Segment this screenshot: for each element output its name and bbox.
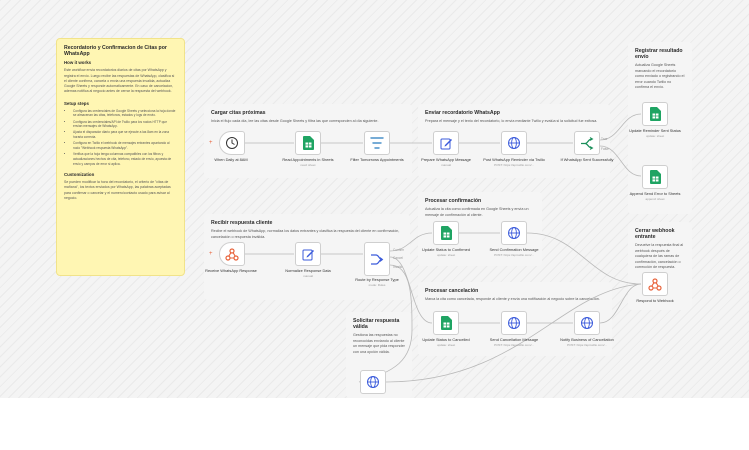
node-label: When Daily at 8AM: [214, 157, 248, 162]
node-label: Receive WhatsApp Response: [205, 268, 257, 273]
node-label: Append Send Error to Sheets append: sheet: [629, 191, 681, 201]
node-respond-webhook[interactable]: [642, 272, 668, 296]
edit-icon: [440, 138, 452, 149]
switch-icon: [371, 253, 384, 265]
node-route-switch[interactable]: [364, 242, 390, 276]
google-sheets-icon: [440, 226, 452, 240]
node-if-sent[interactable]: [574, 131, 600, 155]
node-append-error[interactable]: [642, 165, 668, 189]
edge-label-true: True: [601, 137, 608, 141]
node-notify-business[interactable]: [574, 311, 600, 335]
globe-icon: [581, 317, 593, 329]
node-label: Filter Tomorrows Appointments: [350, 157, 404, 162]
globe-icon: [367, 376, 379, 388]
node-label: Update Status to Confirmed update: sheet: [421, 247, 470, 257]
google-sheets-icon: [440, 316, 452, 330]
clock-icon: [226, 137, 238, 149]
connection: [526, 232, 642, 285]
node-receive-webhook[interactable]: [219, 242, 245, 266]
webhook-icon: [225, 247, 239, 261]
filter-icon: [370, 137, 384, 149]
node-label: Normalize Response Data manual: [285, 268, 331, 278]
node-label: Send Confirmation Message POST: https://a…: [489, 247, 539, 257]
node-label: Route by Response Type mode: Rules: [355, 277, 399, 287]
node-label: Prepare WhatsApp Message manual: [421, 157, 471, 167]
node-post-reminder[interactable]: [501, 131, 527, 155]
google-sheets-icon: [649, 107, 661, 121]
node-invalid-response[interactable]: [360, 370, 386, 394]
node-label: Update Reminder Sent Status update: sheet: [629, 128, 681, 138]
node-label: Update Status to Cancelled update: sheet: [422, 337, 470, 347]
edge-label-cancel: Cancel: [393, 256, 403, 260]
edge-label-confirm: Confirm: [393, 248, 405, 252]
webhook-icon: [648, 277, 662, 291]
node-label: Read Appointments in Sheets read: sheet: [282, 157, 334, 167]
globe-icon: [508, 317, 520, 329]
node-label: If WhatsApp Sent Successfully: [560, 157, 614, 162]
edge-label-invalid: Invalid: [393, 265, 403, 269]
node-update-sent[interactable]: [642, 102, 668, 126]
node-label: Post WhatsApp Reminder via Twilio POST: h…: [483, 157, 545, 167]
node-label: Send Cancellation Message POST: https://a…: [489, 337, 539, 347]
node-normalize[interactable]: [295, 242, 321, 266]
node-update-confirmed[interactable]: [433, 221, 459, 245]
node-prepare-message[interactable]: [433, 131, 459, 155]
if-icon: [581, 136, 594, 150]
edge-label-false: False: [601, 147, 609, 151]
node-update-cancelled[interactable]: [433, 311, 459, 335]
add-trigger-icon[interactable]: +: [209, 251, 213, 257]
node-send-confirmation[interactable]: [501, 221, 527, 245]
google-sheets-icon: [649, 170, 661, 184]
node-label: Notify Business of Cancellation POST: htt…: [560, 337, 614, 347]
workflow-canvas[interactable]: Recordatorio y Confirmacion de Citas por…: [0, 0, 749, 398]
node-label: Respond to Webhook: [636, 298, 674, 303]
node-daily-trigger[interactable]: [219, 131, 245, 155]
node-filter-tomorrow[interactable]: [364, 131, 390, 155]
globe-icon: [508, 137, 520, 149]
node-read-appointments[interactable]: [295, 131, 321, 155]
edit-icon: [302, 249, 314, 260]
globe-icon: [508, 227, 520, 239]
add-trigger-icon[interactable]: +: [209, 140, 213, 146]
node-send-cancellation[interactable]: [501, 311, 527, 335]
google-sheets-icon: [302, 136, 314, 150]
